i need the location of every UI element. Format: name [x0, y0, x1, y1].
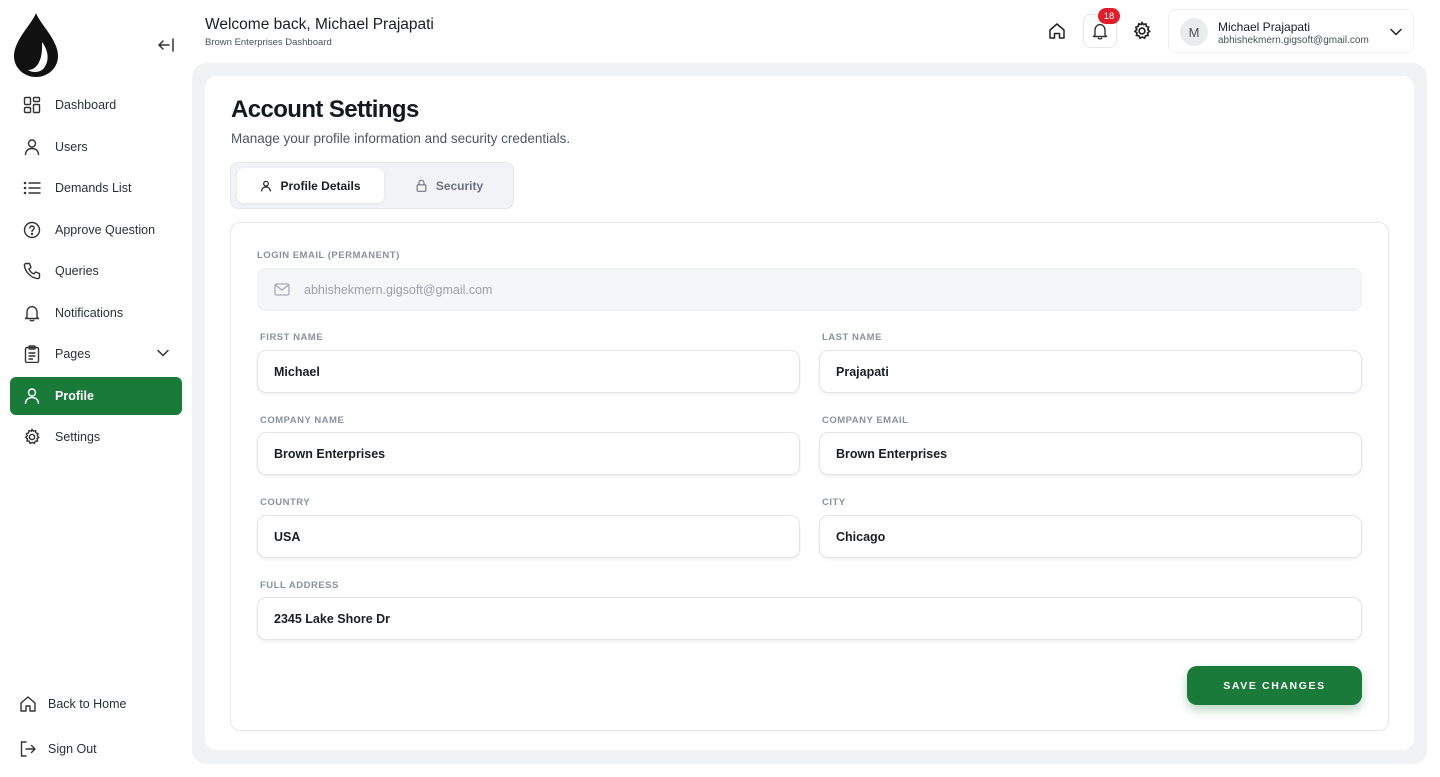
bottom-nav: Back to Home	[10, 691, 182, 717]
lock-icon	[415, 179, 428, 192]
city-label: CITY	[822, 497, 846, 508]
grid-icon	[22, 95, 42, 115]
dashboard-subtitle: Brown Enterprises Dashboard	[205, 37, 332, 48]
logout-icon	[18, 739, 38, 759]
user-icon	[260, 180, 272, 192]
list-icon	[22, 178, 42, 198]
settings-gear-icon[interactable]	[1125, 14, 1159, 48]
full-address-input[interactable]: 2345 Lake Shore Dr	[257, 597, 1362, 640]
company-email-input[interactable]: Brown Enterprises	[819, 432, 1362, 475]
sidebar-item-notifications[interactable]: Notifications	[10, 294, 182, 332]
page-description: Manage your profile information and secu…	[231, 131, 571, 146]
sidebar-item-queries[interactable]: Queries	[10, 252, 182, 290]
sidebar-item-settings[interactable]: Settings	[10, 418, 182, 456]
logo-drop-icon	[12, 12, 60, 78]
user-menu[interactable]: M Michael Prajapati abhishekmern.gigsoft…	[1168, 9, 1414, 53]
tab-label: Profile Details	[280, 178, 361, 193]
gear-icon	[22, 427, 42, 447]
login-email-value: abhishekmern.gigsoft@gmail.com	[304, 282, 493, 297]
company-name-input[interactable]: Brown Enterprises	[257, 432, 800, 475]
back-to-home-label: Back to Home	[48, 697, 127, 711]
first-name-input[interactable]: Michael	[257, 350, 800, 393]
page-title: Account Settings	[231, 96, 419, 123]
chevron-down-icon	[1389, 25, 1403, 44]
sidebar-nav: Dashboard Users Demands List Approve Que…	[10, 86, 182, 460]
tab-label: Security	[435, 178, 484, 193]
tab-profile-details[interactable]: Profile Details	[237, 168, 384, 203]
back-to-home-link[interactable]: Back to Home	[10, 691, 182, 717]
sidebar-item-approve-question[interactable]: Approve Question	[10, 211, 182, 249]
country-input[interactable]: USA	[257, 515, 800, 558]
user-email: abhishekmern.gigsoft@gmail.com	[1218, 35, 1369, 46]
sidebar-item-label: Users	[55, 139, 88, 154]
sidebar: Dashboard Users Demands List Approve Que…	[0, 0, 192, 777]
welcome-text: Welcome back, Michael Prajapati	[205, 16, 434, 33]
avatar: M	[1180, 18, 1208, 46]
chevron-down-icon	[156, 346, 170, 363]
signout-nav: Sign Out	[10, 736, 182, 762]
mail-icon	[274, 283, 290, 296]
sidebar-item-demands-list[interactable]: Demands List	[10, 169, 182, 207]
sidebar-item-label: Pages	[55, 347, 91, 361]
notifications-button[interactable]: 18	[1083, 8, 1120, 48]
sidebar-item-label: Approve Question	[55, 222, 156, 237]
login-email-label: LOGIN EMAIL (PERMANENT)	[257, 250, 400, 261]
last-name-input[interactable]: Prajapati	[819, 350, 1362, 393]
sign-out-label: Sign Out	[48, 742, 97, 756]
sidebar-item-pages[interactable]: Pages	[10, 335, 182, 373]
sidebar-item-label: Demands List	[55, 181, 132, 195]
company-name-label: COMPANY NAME	[260, 415, 345, 426]
bell-icon	[22, 303, 42, 323]
tab-security[interactable]: Security	[384, 168, 514, 203]
sidebar-item-label: Dashboard	[55, 98, 117, 112]
user-icon	[22, 137, 42, 157]
home-icon	[18, 694, 38, 714]
login-email-field: abhishekmern.gigsoft@gmail.com	[257, 268, 1362, 311]
first-name-label: FIRST NAME	[260, 332, 324, 343]
phone-icon	[22, 261, 42, 281]
sidebar-item-label: Queries	[55, 264, 99, 278]
country-label: COUNTRY	[260, 497, 311, 508]
clipboard-icon	[22, 344, 42, 364]
user-icon	[22, 386, 42, 406]
full-address-label: FULL ADDRESS	[260, 580, 339, 591]
question-icon	[22, 220, 42, 240]
notification-badge: 18	[1098, 8, 1120, 24]
sign-out-link[interactable]: Sign Out	[10, 736, 182, 762]
sidebar-item-label: Profile	[55, 388, 94, 403]
sidebar-item-profile[interactable]: Profile	[10, 376, 182, 415]
sidebar-item-users[interactable]: Users	[10, 128, 182, 166]
last-name-label: LAST NAME	[822, 332, 882, 343]
bell-icon	[1091, 22, 1109, 40]
city-input[interactable]: Chicago	[819, 515, 1362, 558]
settings-tabs: Profile Details Security	[230, 162, 514, 209]
sidebar-item-label: Notifications	[55, 305, 124, 320]
home-icon[interactable]	[1040, 14, 1074, 48]
save-changes-button[interactable]: SAVE CHANGES	[1187, 666, 1362, 705]
user-name: Michael Prajapati	[1218, 20, 1311, 34]
company-email-label: COMPANY EMAIL	[822, 415, 909, 426]
sidebar-item-dashboard[interactable]: Dashboard	[10, 86, 182, 124]
sidebar-item-label: Settings	[55, 430, 101, 444]
top-header: Welcome back, Michael Prajapati Brown En…	[192, 0, 1440, 62]
collapse-sidebar-icon[interactable]	[154, 34, 178, 56]
